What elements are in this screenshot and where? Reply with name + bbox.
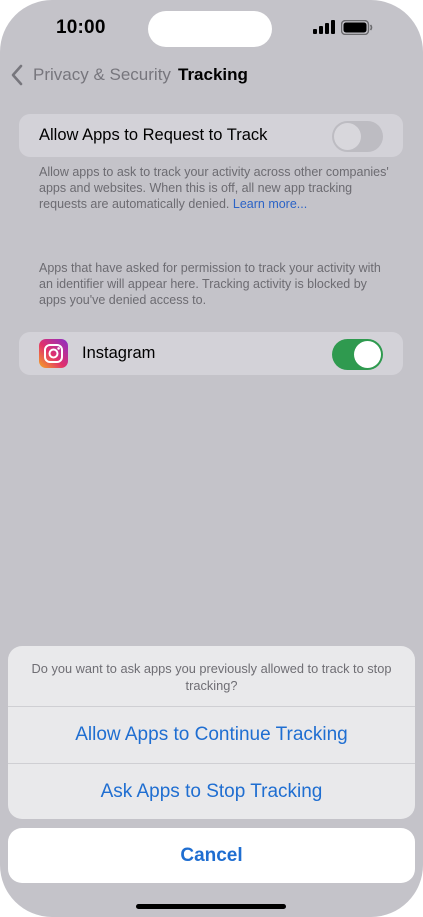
apps-info-text: Apps that have asked for permission to t…: [39, 261, 381, 307]
allow-tracking-description: Allow apps to ask to track your activity…: [39, 165, 389, 212]
action-sheet-message: Do you want to ask apps you previously a…: [31, 661, 392, 693]
phone-screen: 10:00 Privacy & Security Tracking Allow …: [0, 0, 423, 917]
toggle-knob: [354, 341, 381, 368]
back-button[interactable]: Privacy & Security: [33, 65, 171, 85]
status-time: 10:00: [56, 17, 106, 38]
ask-stop-tracking-button[interactable]: Ask Apps to Stop Tracking: [8, 764, 415, 819]
app-row-instagram: Instagram: [19, 332, 403, 375]
allow-continue-tracking-button[interactable]: Allow Apps to Continue Tracking: [8, 707, 415, 763]
navigation-bar: Privacy & Security Tracking: [0, 60, 423, 90]
home-indicator: [136, 904, 286, 909]
cancel-button[interactable]: Cancel: [8, 828, 415, 883]
page-title: Tracking: [178, 65, 248, 84]
battery-icon: [341, 20, 373, 35]
allow-tracking-toggle[interactable]: [332, 121, 383, 152]
chevron-left-icon[interactable]: [10, 64, 24, 86]
instagram-icon: [39, 339, 68, 368]
dynamic-island: [148, 11, 272, 47]
allow-tracking-label: Allow Apps to Request to Track: [39, 126, 268, 144]
status-bar: 10:00: [0, 0, 423, 56]
learn-more-link[interactable]: Learn more...: [233, 197, 307, 211]
action-sheet: Do you want to ask apps you previously a…: [8, 646, 415, 819]
signal-icon: [313, 20, 335, 34]
allow-tracking-row: Allow Apps to Request to Track: [19, 114, 403, 157]
app-name: Instagram: [82, 344, 156, 362]
toggle-knob: [334, 123, 361, 150]
description-text: Allow apps to ask to track your activity…: [39, 165, 389, 211]
instagram-tracking-toggle[interactable]: [332, 339, 383, 370]
